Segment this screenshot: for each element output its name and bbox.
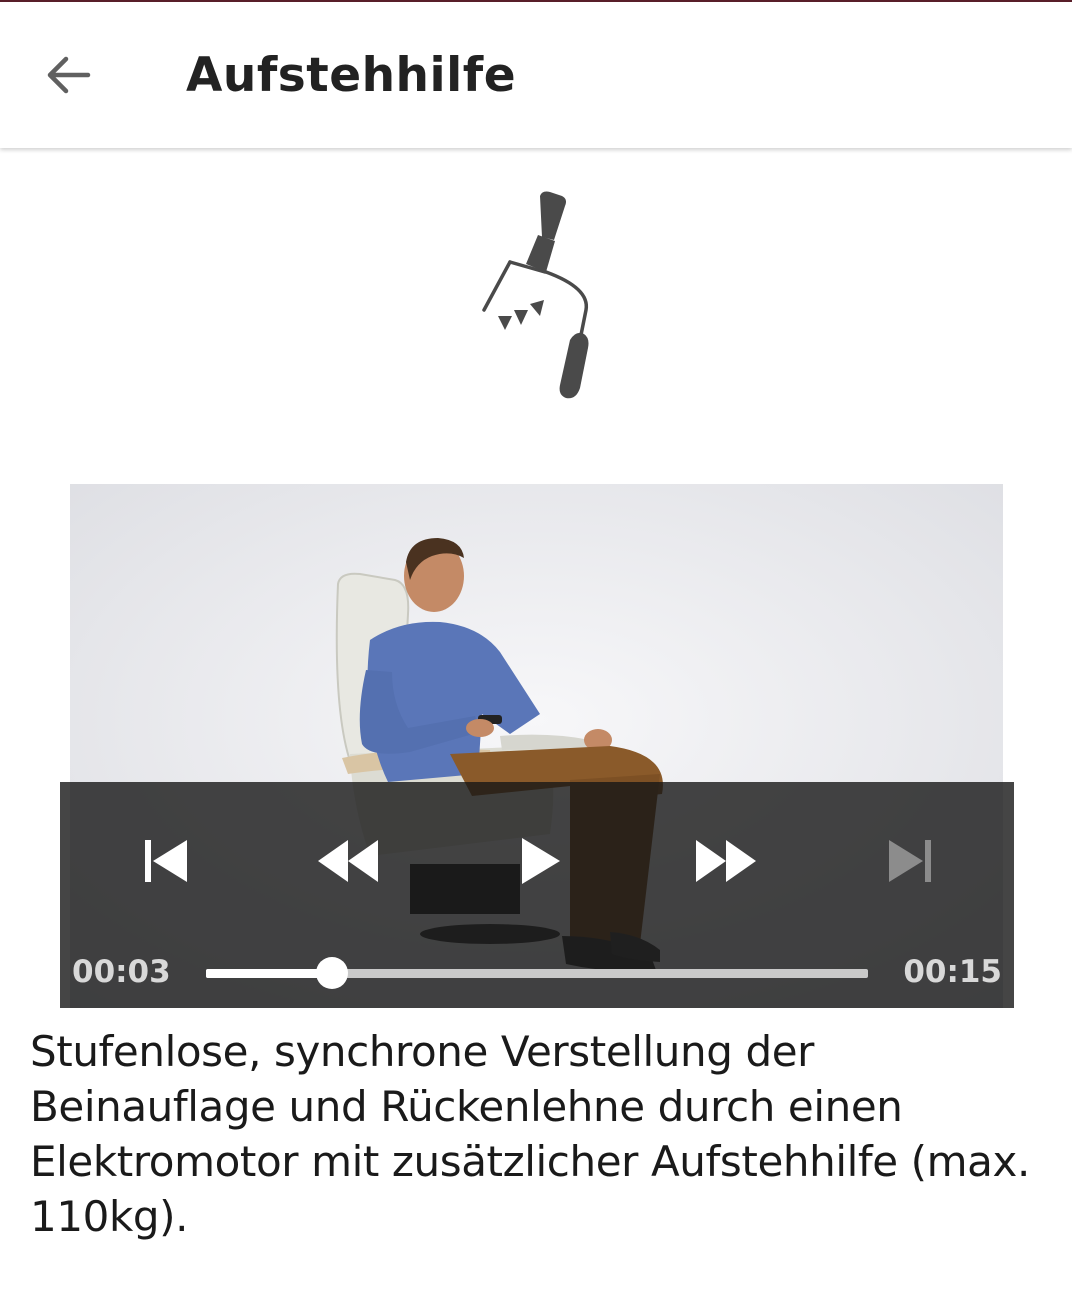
fast-forward-icon [696,840,756,882]
video-controls: 00:03 00:15 [60,782,1014,1008]
page-title: Aufstehhilfe [186,48,517,103]
play-button[interactable] [500,828,580,894]
current-time: 00:03 [72,954,171,990]
play-icon [522,838,560,884]
fast-forward-button[interactable] [686,828,766,894]
skip-previous-button[interactable] [126,828,206,894]
rewind-icon [318,840,378,882]
total-time: 00:15 [903,954,1002,990]
app-bar: Aufstehhilfe [0,2,1072,148]
skip-next-icon [889,840,931,882]
seek-bar-progress [206,969,332,978]
skip-next-button[interactable] [870,828,950,894]
rewind-button[interactable] [308,828,388,894]
stand-up-assist-chair-icon [482,191,589,399]
back-button[interactable] [30,40,106,110]
seek-bar-thumb[interactable] [315,957,348,989]
feature-description: Stufenlose, synchrone Verstellung der Be… [30,1027,1030,1241]
arrow-left-icon [47,56,91,94]
seek-bar[interactable] [206,957,868,989]
skip-previous-icon [145,840,187,882]
